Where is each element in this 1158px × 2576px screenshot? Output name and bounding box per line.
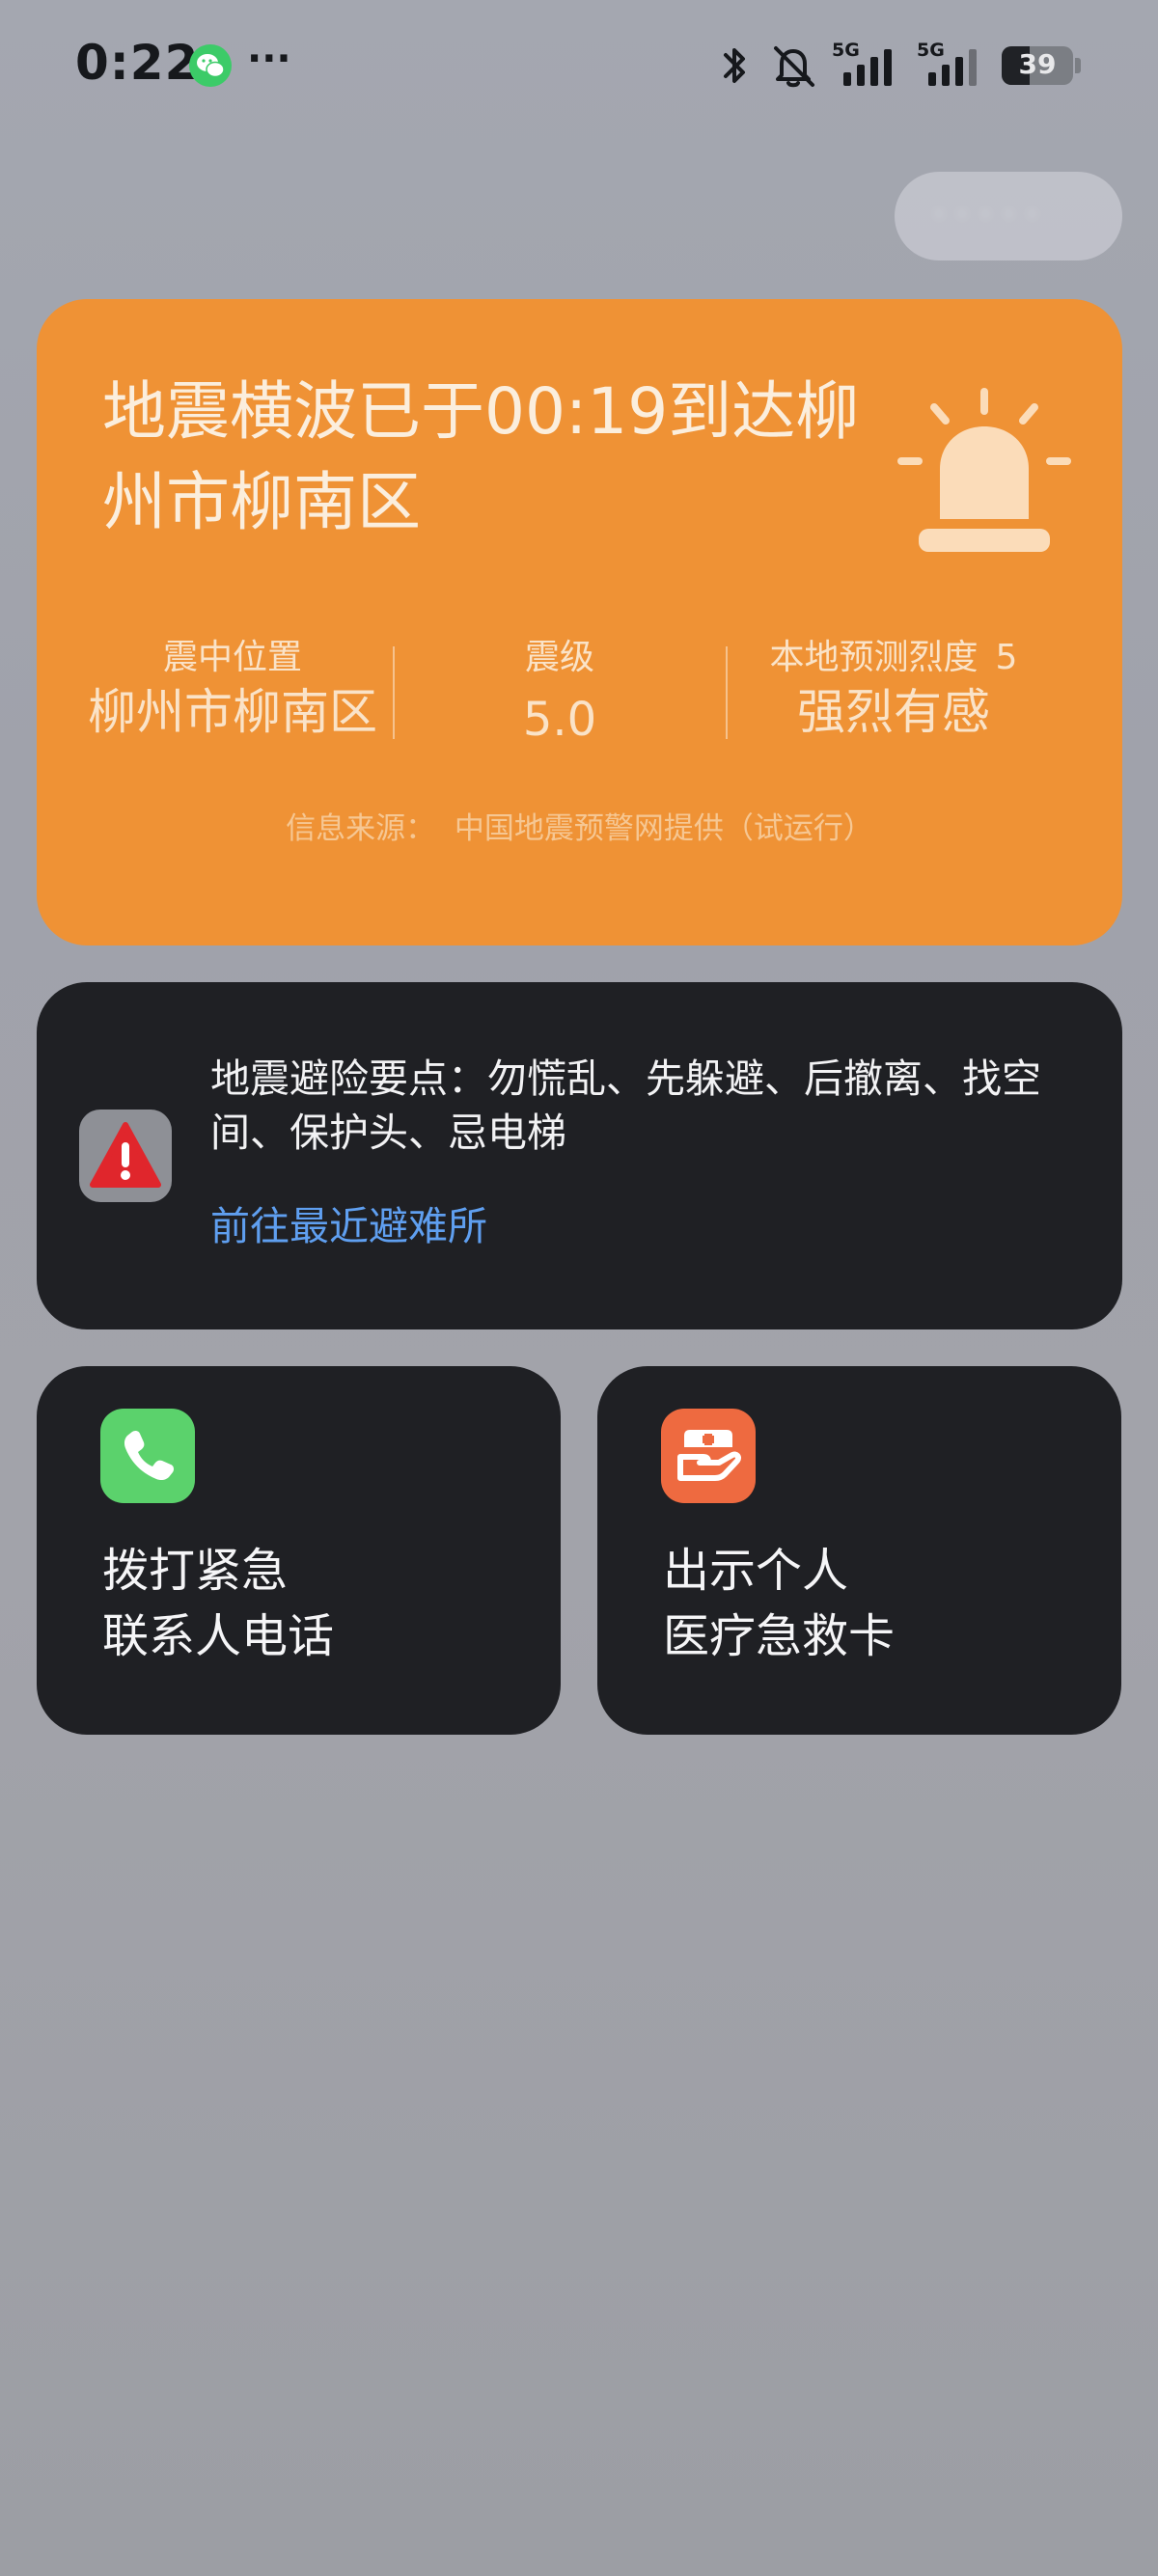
nearest-shelter-link[interactable]: 前往最近避难所 <box>210 1199 487 1253</box>
bluetooth-icon <box>724 48 745 83</box>
signal-strength-1: 5G <box>832 40 903 92</box>
action-line-2: 联系人电话 <box>102 1609 335 1663</box>
intensity-number: 5 <box>995 638 1018 677</box>
intensity-label: 本地预测烈度 <box>769 638 979 677</box>
intensity-value: 强烈有感 <box>797 684 990 740</box>
medical-card-icon <box>661 1409 756 1503</box>
blurred-pill-button[interactable]: · · · · · <box>895 172 1122 260</box>
wechat-icon <box>189 44 232 87</box>
warning-triangle-icon <box>79 1110 172 1202</box>
magnitude-stat <box>432 299 760 434</box>
battery-cap <box>1075 58 1081 73</box>
action-line-1: 出示个人 <box>663 1544 849 1598</box>
action-line-1: 拨打紧急 <box>102 1544 289 1598</box>
bell-muted-icon <box>774 46 814 88</box>
stat-divider-1 <box>393 646 395 739</box>
phone-icon <box>100 1409 195 1503</box>
epicenter-value: 柳州市柳南区 <box>88 684 377 740</box>
call-emergency-contact-label: 拨打紧急 联系人电话 <box>102 1538 527 1669</box>
status-more-indicator: ··· <box>247 37 291 81</box>
epicenter-label: 震中位置 <box>162 638 302 677</box>
magnitude-value: 5.0 <box>522 693 597 747</box>
stat-divider-2 <box>726 646 728 739</box>
blurred-pill-text: · · · · · <box>933 193 1038 235</box>
battery-icon: 39 <box>1002 46 1073 85</box>
signal-strength-2: 5G <box>917 40 988 92</box>
action-line-2: 医疗急救卡 <box>663 1609 896 1663</box>
battery-level: 39 <box>1018 48 1057 80</box>
intensity-label-row: 本地预测烈度 5 <box>730 635 1058 681</box>
status-bar: 0:22 ··· 5G 5G 39 <box>0 0 1158 135</box>
intensity-stat <box>762 299 1094 434</box>
safety-tips-text: 地震避险要点：勿慌乱、先躲避、后撤离、找空间、保护头、忌电梯 <box>210 1055 1041 1156</box>
call-emergency-contact-button[interactable]: 拨打紧急 联系人电话 <box>37 1366 561 1735</box>
show-medical-card-label: 出示个人 医疗急救卡 <box>663 1538 1088 1669</box>
alert-source: 信息来源： 中国地震预警网提供（试运行） <box>286 811 873 846</box>
safety-tips-card: 地震避险要点：勿慌乱、先躲避、后撤离、找空间、保护头、忌电梯 前往最近避难所 <box>37 982 1122 1329</box>
magnitude-label: 震级 <box>524 638 594 677</box>
status-icons: 5G 5G 39 <box>716 37 1081 95</box>
status-time: 0:22 <box>75 35 200 91</box>
epicenter-stat <box>37 299 428 434</box>
earthquake-alert-card[interactable]: 地震横波已于00:19到达柳州市柳南区 <box>37 299 1122 945</box>
show-medical-card-button[interactable]: 出示个人 医疗急救卡 <box>597 1366 1121 1735</box>
